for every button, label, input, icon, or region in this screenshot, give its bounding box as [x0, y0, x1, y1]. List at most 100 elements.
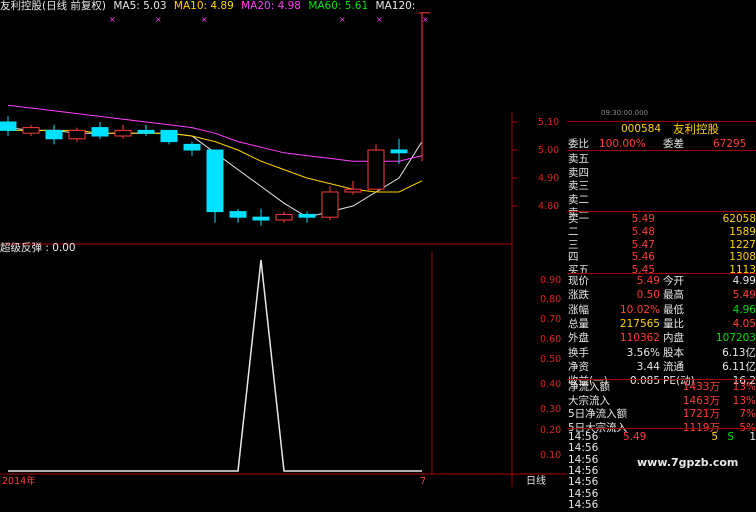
- candle-body: [275, 213, 293, 221]
- candle-body: [206, 149, 224, 213]
- signal-marker: ×: [109, 15, 116, 24]
- indicator-axis-tick: 0.40: [540, 379, 562, 390]
- stat-value: 0.50: [636, 289, 660, 302]
- panel-divider: [567, 428, 756, 429]
- month-label: 7: [420, 476, 427, 487]
- sell-row: 卖四: [567, 166, 756, 180]
- flow-percent: 13%: [732, 394, 756, 407]
- indicator-axis-tick: 0.60: [540, 334, 562, 345]
- stat-value: 4.05: [732, 317, 756, 330]
- sell-row: 卖二: [567, 193, 756, 207]
- candle-body: [229, 211, 247, 218]
- sell-label: 卖二: [568, 193, 589, 206]
- stat-row: 涨跌 0.50 最高 5.49: [567, 288, 756, 302]
- price-axis-tick: 5.00: [538, 145, 560, 156]
- candle-body: [252, 216, 270, 221]
- flow-value: 1433万: [682, 381, 720, 393]
- tick-time: 14:56: [568, 498, 599, 511]
- price-axis-tick: 4.80: [538, 201, 560, 212]
- panel-divider: [567, 379, 756, 380]
- stat-row: 净资 3.44 流通 6.11亿: [567, 360, 756, 374]
- stat-value: 4.99: [732, 275, 756, 287]
- indicator-axis-tick: 0.50: [540, 354, 562, 365]
- weibi-value: 100.00%: [599, 138, 646, 150]
- stat-value: 110362: [619, 332, 660, 345]
- signal-marker: ×: [422, 15, 429, 24]
- signal-marker: ×: [376, 15, 383, 24]
- tick-row: 14:56: [567, 498, 756, 512]
- ma5-label: MA5: 5.03: [113, 0, 167, 12]
- flow-row: 净流入额 1433万 13%: [567, 380, 756, 394]
- signal-marker: ×: [339, 15, 346, 24]
- stat-value: 10.02%: [619, 303, 660, 316]
- ma60-label: MA60: 5.61: [308, 0, 369, 12]
- candle-body: [321, 191, 339, 218]
- ma10-label: MA10: 4.89: [173, 0, 234, 12]
- stock-header[interactable]: 000584 友利控股: [567, 122, 756, 136]
- weicha-label: 委差: [663, 138, 684, 150]
- panel-time: 09:30:00.000: [601, 109, 649, 117]
- weibi-label: 委比: [568, 138, 589, 150]
- indicator-axis-tick: 0.70: [540, 314, 562, 325]
- indicator-axis-tick: 0.20: [540, 425, 562, 436]
- panel-time-header: 09:30:00.000: [567, 109, 756, 117]
- quote-panel: 09:30:00.000 000584 友利控股 委比 100.00% 委差 6…: [567, 109, 756, 511]
- candle-body: [390, 149, 408, 154]
- stock-name: 友利控股: [673, 122, 719, 136]
- price-axis-tick: 4.90: [538, 173, 560, 184]
- stat-row: 外盘 110362 内盘 107203: [567, 331, 756, 345]
- stat-value: 6.11亿: [722, 360, 756, 373]
- panel-divider: [567, 211, 756, 212]
- candle-body: [114, 129, 132, 137]
- indicator-label: 超级反弹 : 0.00: [0, 242, 76, 254]
- flow-percent: 13%: [732, 381, 756, 393]
- flow-label: 5日净流入额: [568, 408, 628, 420]
- stat-row: 换手 3.56% 股本 6.13亿: [567, 346, 756, 360]
- candle-body: [0, 121, 17, 131]
- candle-body: [45, 129, 63, 140]
- flow-row: 5日净流入额 1721万 7%: [567, 407, 756, 421]
- weibi-row: 委比 100.00% 委差 67295: [567, 137, 756, 151]
- stat-value: 107203: [715, 332, 756, 345]
- indicator-axis-tick: 0.30: [540, 404, 562, 415]
- ma-legend-bar: 友利控股(日线 前复权) MA5: 5.03 MA10: 4.89 MA20: …: [0, 0, 420, 13]
- candle-body: [367, 149, 385, 190]
- panel-divider: [567, 150, 756, 151]
- signal-marker: ×: [201, 15, 208, 24]
- stat-value: 5.49: [732, 289, 756, 302]
- chart-title: 友利控股(日线 前复权): [0, 0, 107, 12]
- stat-value: 4.96: [732, 303, 756, 316]
- period-label[interactable]: 日线: [526, 475, 546, 488]
- stat-label: 最高: [663, 289, 684, 302]
- indicator-axis-tick: 0.90: [540, 275, 562, 286]
- flow-value: 1463万: [682, 394, 720, 407]
- flow-label: 净流入额: [568, 381, 610, 393]
- stat-label: 涨幅: [568, 303, 589, 316]
- sell-label: 卖四: [568, 166, 589, 179]
- sell-label: 卖五: [568, 153, 589, 165]
- watermark: www.7gpzb.com: [637, 456, 739, 469]
- ma120-label: MA120:: [375, 0, 416, 12]
- candle-body: [91, 127, 109, 137]
- flow-row: 大宗流入 1463万 13%: [567, 394, 756, 408]
- stat-row: 现价 5.49 今开 4.99: [567, 274, 756, 288]
- stat-label: 换手: [568, 346, 589, 359]
- panel-divider: [567, 273, 756, 274]
- stat-label: 总量: [568, 317, 589, 330]
- signal-marker: ×: [155, 15, 162, 24]
- sell-label: 卖三: [568, 180, 589, 192]
- indicator-axis-tick: 0.10: [540, 450, 562, 461]
- stat-label: 流通: [663, 360, 684, 373]
- stat-value: 3.44: [636, 360, 660, 373]
- panel-divider: [567, 121, 756, 122]
- stat-label: 股本: [663, 346, 684, 359]
- stat-label: 外盘: [568, 332, 589, 345]
- kline-chart[interactable]: × × × × × ×: [0, 0, 567, 487]
- stat-label: 内盘: [663, 332, 684, 345]
- flow-percent: 7%: [739, 408, 756, 420]
- candle-body: [22, 127, 40, 134]
- stat-value: 3.56%: [626, 346, 660, 359]
- stock-code: 000584: [621, 123, 662, 135]
- weicha-value: 67295: [713, 138, 747, 150]
- stat-label: 涨跌: [568, 289, 589, 302]
